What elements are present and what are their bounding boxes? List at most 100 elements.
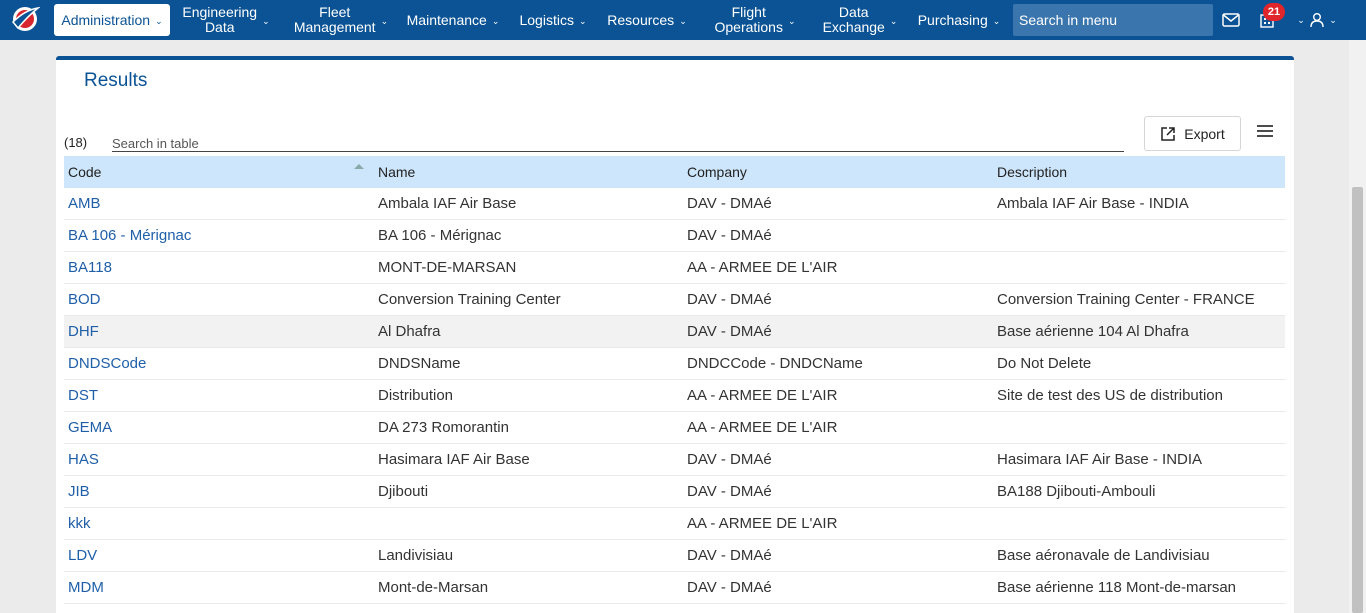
description-cell: BA188 Djibouti-Ambouli [997,483,1156,500]
nav-engineering-line2: Data [204,19,235,35]
nav-fleet-management[interactable]: Fleet Management ⌄ [292,0,390,40]
table-row[interactable]: DNDSCode DNDSName DNDCCode - DNDCName Do No… [64,348,1285,380]
nav-flight-operations[interactable]: Flight Operations ⌄ [710,0,800,40]
export-label: Export [1184,125,1225,142]
chevron-down-icon: ⌄ [578,15,587,26]
table-header: Code Name Company Description [64,156,1285,188]
menu-search-input[interactable]: Search in menu [1013,4,1213,36]
code-link[interactable]: DST [68,387,98,404]
table-search-input[interactable]: Search in table [112,132,1124,152]
table-row[interactable]: GEMA DA 273 Romorantin AA - ARMEE DE L'AIR [64,412,1285,444]
nav-resources-label: Resources [607,11,675,28]
table-body: AMB Ambala IAF Air Base DAV - DMAé Ambala I… [64,188,1285,613]
chevron-down-icon: ⌄ [155,15,163,26]
header-code[interactable]: Code [68,164,101,180]
results-panel: Results (18) Search in table Export Code… [56,56,1294,613]
table-row[interactable]: JIB Djibouti DAV - DMAé BA188 Djibouti-Ambo… [64,476,1285,508]
code-link[interactable]: GEMA [68,419,112,436]
nav-engineering-line1: Engineering [182,4,258,20]
nav-administration[interactable]: Administration ⌄ [54,4,170,36]
name-cell: Landivisiau [378,547,454,564]
table-row[interactable]: HAS Hasimara IAF Air Base DAV - DMAé Hasima… [64,444,1285,476]
nav-maintenance[interactable]: Maintenance ⌄ [406,0,500,40]
code-link[interactable]: AMB [68,195,101,212]
code-link[interactable]: kkk [68,515,91,532]
top-navbar: Administration ⌄ Engineering Data ⌄ Fleet Ma… [0,0,1366,40]
nav-resources[interactable]: Resources ⌄ [606,0,688,40]
nav-logistics[interactable]: Logistics ⌄ [518,0,588,40]
description-cell: Site de test des US de distribution [997,387,1223,404]
menu-search-placeholder: Search in menu [1019,12,1118,28]
code-link[interactable]: MDM [68,579,104,596]
table-row[interactable]: BA 106 - Mérignac BA 106 - Mérignac DAV - … [64,220,1285,252]
nav-fleet-line1: Fleet [319,4,351,20]
nav-engineering-data[interactable]: Engineering Data ⌄ [180,0,272,40]
app-logo-icon[interactable] [10,4,41,34]
code-link[interactable]: DNDSCode [68,355,146,372]
nav-flight-line1: Flight [731,4,766,20]
company-cell: DNDCCode - DNDCName [687,355,863,372]
scrollbar-thumb[interactable] [1352,187,1363,613]
name-cell: Ambala IAF Air Base [378,195,517,212]
name-cell: Djibouti [378,483,429,500]
table-row[interactable]: NCYNANCY OCHEYAA - ARMEE DE L'AIRbase Aé… [64,604,1285,613]
table-row[interactable]: BA118 MONT-DE-MARSAN AA - ARMEE DE L'AIR [64,252,1285,284]
mail-icon[interactable] [1220,0,1242,40]
chevron-down-icon: ⌄ [889,15,898,26]
name-cell: Hasimara IAF Air Base [378,451,530,468]
header-company[interactable]: Company [687,164,747,180]
table-row[interactable]: kkk AA - ARMEE DE L'AIR [64,508,1285,540]
nav-purchasing[interactable]: Purchasing ⌄ [916,0,1002,40]
hamburger-menu-icon[interactable] [1256,122,1274,140]
description-cell: Conversion Training Center - FRANCE [997,291,1255,308]
chevron-down-icon: ⌄ [1329,14,1337,25]
results-title: Results [84,70,148,91]
name-cell: Al Dhafra [378,323,441,340]
company-cell: DAV - DMAé [687,547,772,564]
chevron-down-icon: ⌄ [679,15,687,26]
code-link[interactable]: DHF [68,323,99,340]
code-link[interactable]: HAS [68,451,99,468]
code-link[interactable]: BA118 [68,259,112,276]
company-cell: DAV - DMAé [687,323,772,340]
nav-data-exchange-line2: Exchange [822,19,885,35]
name-cell: DNDSName [378,355,461,372]
user-menu-button[interactable]: ⌄ [1306,0,1340,40]
name-cell: Mont-de-Marsan [378,579,489,596]
description-cell: Hasimara IAF Air Base - INDIA [997,451,1203,468]
notification-badge: 21 [1263,3,1285,21]
chevron-down-icon: ⌄ [380,15,389,26]
table-row[interactable]: AMB Ambala IAF Air Base DAV - DMAé Ambala I… [64,188,1285,220]
nav-flight-line2: Operations [714,19,783,35]
code-link[interactable]: BA 106 - Mérignac [68,227,191,244]
code-link[interactable]: BOD [68,291,101,308]
nav-data-exchange[interactable]: Data Exchange ⌄ [820,0,900,40]
company-cell: DAV - DMAé [687,227,772,244]
table-row[interactable]: MDM Mont-de-Marsan DAV - DMAé Base aérienne… [64,572,1285,604]
results-table: Code Name Company Description AMB Ambala … [64,156,1285,613]
user-icon [1310,13,1324,28]
code-link[interactable]: LDV [68,547,97,564]
company-cell: AA - ARMEE DE L'AIR [687,259,838,276]
chevron-down-icon: ⌄ [787,15,796,26]
nav-purchasing-label: Purchasing [917,11,988,28]
result-count: (18) [64,135,88,150]
table-row[interactable]: DHF Al Dhafra DAV - DMAé Base aérienne 104 … [64,316,1285,348]
description-cell: Base aérienne 104 Al Dhafra [997,323,1189,340]
table-row[interactable]: BOD Conversion Training Center DAV - DMAé C… [64,284,1285,316]
external-link-icon [1161,126,1176,141]
code-link[interactable]: JIB [68,483,90,500]
company-cell: DAV - DMAé [687,579,772,596]
header-name[interactable]: Name [378,164,415,180]
name-cell: MONT-DE-MARSAN [378,259,517,276]
export-button[interactable]: Export [1144,116,1241,151]
company-cell: DAV - DMAé [687,483,772,500]
header-description[interactable]: Description [997,164,1067,180]
name-cell: Conversion Training Center [378,291,561,308]
company-cell: AA - ARMEE DE L'AIR [687,387,838,404]
sort-asc-icon[interactable] [354,164,364,169]
table-search-placeholder: Search in table [112,136,199,151]
table-row[interactable]: DST Distribution AA - ARMEE DE L'AIR Site d… [64,380,1285,412]
chevron-down-icon: ⌄ [992,15,1001,26]
table-row[interactable]: LDV Landivisiau DAV - DMAé Base aéronavale … [64,540,1285,572]
